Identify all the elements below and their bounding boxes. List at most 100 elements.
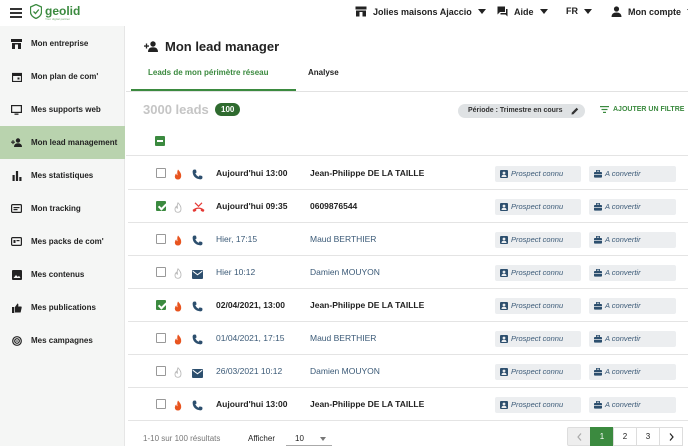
phone-icon	[192, 299, 203, 317]
cold-lead-flame-icon	[174, 266, 182, 284]
sidebar-item-tracking[interactable]: Mon tracking	[0, 192, 125, 225]
logo[interactable]: geolid Your digital partner	[30, 4, 80, 21]
row-checkbox[interactable]	[156, 366, 166, 376]
lead-stage-badge[interactable]: A convertir	[589, 199, 676, 215]
tab-analyse[interactable]: Analyse	[308, 68, 339, 77]
row-checkbox[interactable]	[156, 201, 166, 211]
sidebar-item-statistiques[interactable]: Mes statistiques	[0, 159, 125, 192]
table-row[interactable]: Hier 10:12 Damien MOUYON Prospect connu A c…	[128, 256, 688, 289]
table-row[interactable]: 26/03/2021 10:12 Damien MOUYON Prospect co…	[128, 355, 688, 388]
table-row[interactable]: Aujourd'hui 09:35 0609876544 Prospect conn…	[128, 190, 688, 223]
sidebar-item-label: Mon lead management	[31, 138, 118, 147]
lead-status-badge[interactable]: Prospect connu	[495, 298, 581, 314]
email-icon	[192, 266, 203, 284]
page-button-3[interactable]: 3	[636, 427, 660, 446]
agency-selector[interactable]: Jolies maisons Ajaccio	[355, 6, 486, 17]
lead-stage-badge[interactable]: A convertir	[589, 166, 676, 182]
page-button-2[interactable]: 2	[613, 427, 637, 446]
sidebar-item-supports-web[interactable]: Mes supports web	[0, 93, 125, 126]
row-checkbox[interactable]	[156, 234, 166, 244]
lead-name[interactable]: 0609876544	[310, 201, 357, 211]
per-page-select[interactable]: 10	[286, 431, 332, 446]
lead-stage-badge[interactable]: A convertir	[589, 232, 676, 248]
lead-stage-badge[interactable]: A convertir	[589, 364, 676, 380]
lead-status-badge[interactable]: Prospect connu	[495, 265, 581, 281]
lead-stage-badge[interactable]: A convertir	[589, 298, 676, 314]
sidebar-item-contenus[interactable]: Mes contenus	[0, 258, 125, 291]
sidebar-item-label: Mon tracking	[31, 204, 81, 213]
lead-stage-label: A convertir	[605, 169, 641, 178]
sidebar-item-label: Mon plan de com'	[31, 72, 99, 81]
lead-status-badge[interactable]: Prospect connu	[495, 232, 581, 248]
lead-stage-label: A convertir	[605, 235, 641, 244]
lead-stage-label: A convertir	[605, 301, 641, 310]
agency-name: Jolies maisons Ajaccio	[373, 6, 472, 17]
lead-name[interactable]: Jean-Philippe DE LA TAILLE	[310, 168, 424, 178]
monitor-icon	[11, 104, 22, 115]
table-row[interactable]: Hier, 17:15 Maud BERTHIER Prospect connu A …	[128, 223, 688, 256]
hot-lead-flame-icon	[174, 167, 182, 185]
lead-date: 01/04/2021, 17:15	[216, 333, 285, 343]
sidebar-item-label: Mes publications	[31, 303, 96, 312]
lead-date: 02/04/2021, 13:00	[216, 300, 286, 310]
row-checkbox[interactable]	[156, 168, 166, 178]
hot-lead-flame-icon	[174, 299, 182, 317]
lead-name[interactable]: Maud BERTHIER	[310, 333, 376, 343]
page-button-1[interactable]: 1	[590, 427, 614, 446]
edit-pencil-icon[interactable]	[571, 107, 579, 115]
sidebar-item-plan-de-com[interactable]: Mon plan de com'	[0, 60, 125, 93]
lead-name[interactable]: Damien MOUYON	[310, 366, 380, 376]
lead-stage-badge[interactable]: A convertir	[589, 397, 676, 413]
lead-status-badge[interactable]: Prospect connu	[495, 364, 581, 380]
tab-leads-perimetre[interactable]: Leads de mon périmètre réseau	[148, 68, 269, 77]
menu-icon[interactable]	[10, 8, 22, 18]
person-add-icon	[144, 41, 158, 52]
add-filter-button[interactable]: AJOUTER UN FILTRE	[600, 106, 684, 113]
lead-name[interactable]: Maud BERTHIER	[310, 234, 376, 244]
lead-status-label: Prospect connu	[511, 235, 564, 244]
row-checkbox[interactable]	[156, 399, 166, 409]
bar-chart-icon	[11, 170, 22, 181]
table-row[interactable]: Aujourd'hui 13:00 Jean-Philippe DE LA TAI…	[128, 157, 688, 190]
sidebar-item-campagnes[interactable]: Mes campagnes	[0, 324, 125, 357]
lead-status-badge[interactable]: Prospect connu	[495, 199, 581, 215]
select-all-checkbox[interactable]	[155, 136, 165, 146]
table-row[interactable]: Aujourd'hui 13:00 Jean-Philippe DE LA TAI…	[128, 388, 688, 421]
lead-name[interactable]: Damien MOUYON	[310, 267, 380, 277]
person-add-icon	[11, 137, 22, 148]
user-icon	[611, 6, 622, 17]
row-checkbox[interactable]	[156, 333, 166, 343]
table-row[interactable]: 02/04/2021, 13:00 Jean-Philippe DE LA TAI…	[128, 289, 688, 322]
row-checkbox[interactable]	[156, 267, 166, 277]
chevron-down-icon	[320, 437, 326, 441]
chevron-right-icon	[669, 432, 674, 441]
sidebar-item-label: Mes campagnes	[31, 336, 93, 345]
sidebar-item-publications[interactable]: Mes publications	[0, 291, 125, 324]
lead-date: Aujourd'hui 13:00	[216, 168, 288, 178]
lead-status-badge[interactable]: Prospect connu	[495, 166, 581, 182]
row-checkbox[interactable]	[156, 300, 166, 310]
lead-stage-badge[interactable]: A convertir	[589, 265, 676, 281]
lead-status-badge[interactable]: Prospect connu	[495, 397, 581, 413]
store-icon	[11, 38, 22, 49]
lead-name[interactable]: Jean-Philippe DE LA TAILLE	[310, 300, 424, 310]
lead-status-label: Prospect connu	[511, 400, 564, 409]
lead-name[interactable]: Jean-Philippe DE LA TAILLE	[310, 399, 424, 409]
lead-date: Aujourd'hui 13:00	[216, 399, 288, 409]
period-filter-chip[interactable]: Période : Trimestre en cours	[458, 104, 585, 118]
lead-status-badge[interactable]: Prospect connu	[495, 331, 581, 347]
help-menu[interactable]: Aide	[497, 6, 548, 17]
next-page-button[interactable]	[659, 427, 683, 446]
sidebar-item-packs-de-com[interactable]: Mes packs de com'	[0, 225, 125, 258]
language-selector[interactable]: FR	[566, 6, 592, 16]
help-label: Aide	[514, 6, 534, 17]
lead-stage-badge[interactable]: A convertir	[589, 331, 676, 347]
sidebar-item-entreprise[interactable]: Mon entreprise	[0, 27, 125, 60]
image-icon	[11, 269, 22, 280]
prev-page-button[interactable]	[567, 427, 591, 446]
lead-stage-label: A convertir	[605, 400, 641, 409]
results-summary: 1-10 sur 100 résultats	[143, 434, 221, 443]
account-menu[interactable]: Mon compte	[611, 6, 688, 17]
table-row[interactable]: 01/04/2021, 17:15 Maud BERTHIER Prospect c…	[128, 322, 688, 355]
sidebar-item-lead-management[interactable]: Mon lead management	[0, 126, 125, 159]
